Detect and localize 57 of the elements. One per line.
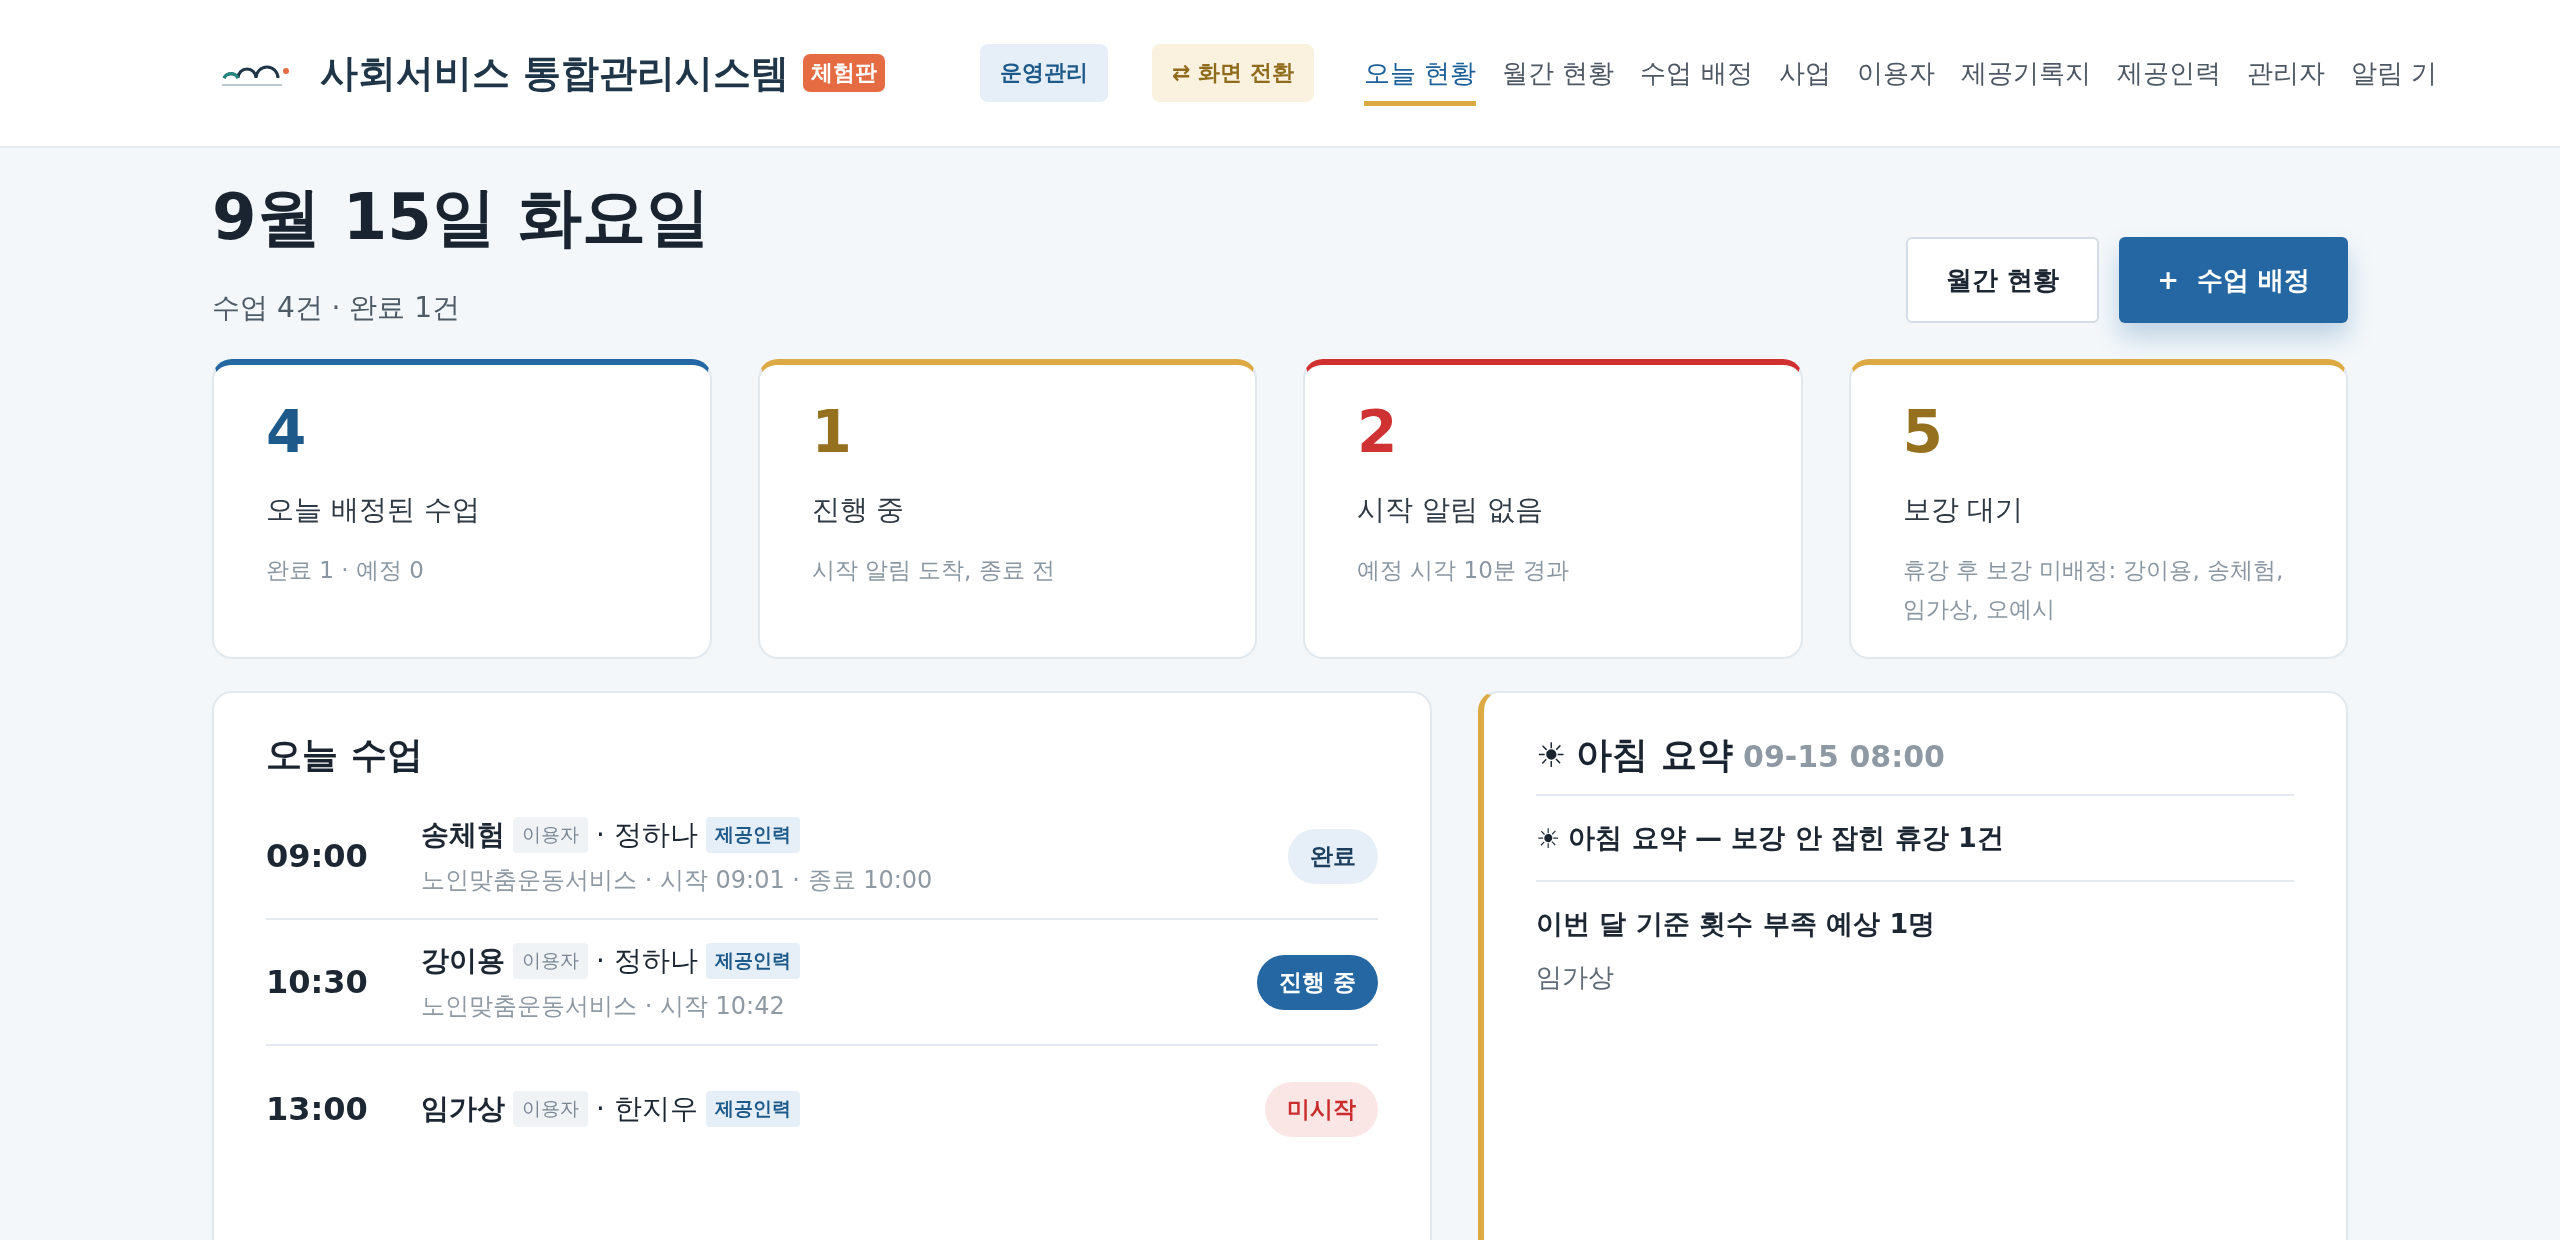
provider-name: · 정하나: [596, 943, 698, 979]
stat-detail: 휴강 후 보강 미배정: 강이용, 송체험, 임가상, 오예시: [1902, 556, 2285, 625]
status-badge: 완료: [1288, 828, 1378, 884]
client-name: 강이용: [421, 943, 505, 979]
sun-icon: ☀: [1536, 735, 1567, 775]
section-title: 아침 요약: [1576, 733, 1734, 777]
summary-item: 이번 달 기준 횟수 부족 예상 1명: [1536, 907, 1937, 941]
client-tag: 이용자: [513, 1091, 588, 1127]
class-time: 09:00: [266, 837, 369, 875]
class-detail: 노인맞춤운동서비스 · 시작 10:42: [421, 991, 786, 1022]
class-time: 10:30: [266, 963, 369, 1001]
page-subtitle: 수업 4건 · 완료 1건: [212, 290, 462, 326]
assign-button[interactable]: + 수업 배정: [2119, 237, 2348, 323]
stat-label: 진행 중: [811, 492, 906, 528]
trial-badge: 체험판: [803, 54, 886, 92]
app-title: 사회서비스 통합관리시스템: [320, 49, 790, 97]
stat-label: 오늘 배정된 수업: [266, 492, 481, 528]
class-time: 13:00: [266, 1090, 369, 1128]
stat-detail: 시작 알림 도착, 종료 전: [811, 556, 1057, 585]
summary-heading: 아침 요약 — 보강 안 잡힌 휴강 1건: [1568, 821, 2004, 855]
nav-tab[interactable]: 제공인력: [2116, 45, 2221, 106]
nav-tab[interactable]: 관리자: [2246, 45, 2325, 106]
nav-tab[interactable]: 월간 현황: [1502, 45, 1615, 106]
provider-tag: 제공인력: [705, 943, 800, 979]
provider-name: · 정하나: [596, 817, 698, 853]
section-title: 오늘 수업: [266, 733, 424, 777]
client-name: 송체험: [421, 817, 505, 853]
switch-view-button[interactable]: ⇄ 화면 전환: [1152, 44, 1314, 102]
summary-detail: 임가상: [1536, 961, 1615, 994]
sun-icon: ☀: [1536, 822, 1561, 854]
operations-button[interactable]: 운영관리: [980, 44, 1108, 102]
stat-value: 5: [1902, 403, 1944, 461]
nav-tab[interactable]: 제공기록지: [1960, 45, 2091, 106]
summary-time: 09-15 08:00: [1743, 739, 1945, 774]
stat-label: 시작 알림 없음: [1357, 492, 1544, 528]
stat-detail: 완료 1 · 예정 0: [266, 556, 425, 585]
nav-tab[interactable]: 사업: [1778, 45, 1831, 106]
monthly-button[interactable]: 월간 현황: [1906, 237, 2100, 323]
nav-tab[interactable]: 이용자: [1856, 45, 1935, 106]
page-title: 9월 15일 화요일: [212, 179, 711, 256]
class-detail: 노인맞춤운동서비스 · 시작 09:01 · 종료 10:00: [421, 865, 934, 896]
provider-tag: 제공인력: [705, 1091, 800, 1127]
nav-tab[interactable]: 알림 기: [2350, 45, 2437, 106]
client-tag: 이용자: [513, 817, 588, 853]
stat-label: 보강 대기: [1902, 492, 2025, 528]
stat-value: 4: [266, 403, 308, 461]
client-name: 임가상: [421, 1091, 505, 1127]
nav-tab[interactable]: 오늘 현황: [1363, 45, 1477, 106]
stat-detail: 예정 시각 10분 경과: [1357, 556, 1571, 585]
stat-value: 1: [811, 403, 853, 461]
provider-tag: 제공인력: [705, 817, 800, 853]
nav-tab[interactable]: 수업 배정: [1640, 45, 1753, 106]
provider-name: · 한지우: [596, 1091, 698, 1127]
stat-value: 2: [1357, 403, 1399, 461]
status-badge: 미시작: [1265, 1081, 1378, 1137]
client-tag: 이용자: [513, 943, 588, 979]
status-badge: 진행 중: [1257, 954, 1378, 1010]
